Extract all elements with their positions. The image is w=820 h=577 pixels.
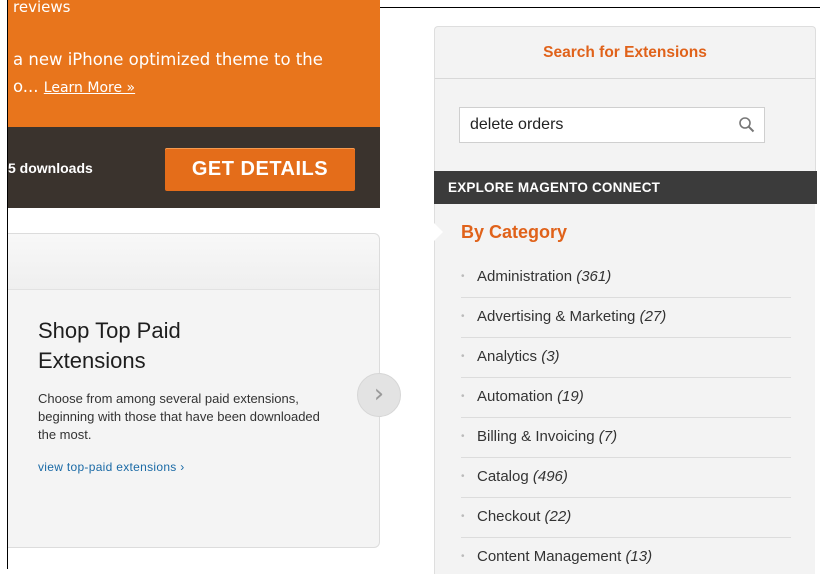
- bullet-icon: •: [461, 431, 465, 442]
- promo-text: a new iPhone optimized theme to the: [13, 50, 323, 69]
- category-count: (361): [576, 268, 612, 285]
- category-name[interactable]: Automation: [477, 388, 553, 405]
- bullet-icon: •: [461, 391, 465, 402]
- sidebar: Search for Extensions delete orders EXPL…: [434, 26, 817, 574]
- category-name[interactable]: Catalog: [477, 468, 529, 485]
- category-item[interactable]: • Checkout (22): [461, 498, 791, 538]
- shop-title: Shop Top Paid Extensions: [38, 318, 181, 373]
- download-count: 5 downloads: [8, 160, 93, 176]
- bullet-icon: •: [461, 551, 465, 562]
- promo-text-continued: o...: [13, 77, 39, 96]
- category-name[interactable]: Billing & Invoicing: [477, 428, 595, 445]
- category-count: (3): [541, 348, 560, 365]
- bullet-icon: •: [461, 311, 465, 322]
- category-item[interactable]: • Catalog (496): [461, 458, 791, 498]
- search-icon[interactable]: [738, 116, 756, 134]
- explore-heading: EXPLORE MAGENTO CONNECT: [434, 171, 817, 204]
- search-extensions-box: Search for Extensions delete orders: [434, 26, 816, 172]
- category-item[interactable]: • Billing & Invoicing (7): [461, 418, 791, 458]
- category-count: (27): [639, 308, 667, 325]
- promo-label: reviews: [13, 0, 71, 16]
- learn-more-link[interactable]: Learn More »: [44, 80, 135, 96]
- category-count: (13): [625, 548, 653, 565]
- category-name[interactable]: Administration: [477, 268, 572, 285]
- bullet-icon: •: [461, 511, 465, 522]
- promo-description: a new iPhone optimized theme to the o...…: [13, 46, 380, 102]
- category-item[interactable]: • Content Management (13): [461, 538, 791, 577]
- category-count: (496): [532, 468, 568, 485]
- category-item[interactable]: • Analytics (3): [461, 338, 791, 378]
- category-count: (7): [598, 428, 618, 445]
- frame-top-border: [380, 7, 820, 8]
- get-details-button[interactable]: GET DETAILS: [165, 148, 355, 191]
- promo-banner: reviews a new iPhone optimized theme to …: [8, 0, 380, 127]
- category-count: (22): [544, 508, 572, 525]
- view-top-paid-link[interactable]: view top-paid extensions ›: [38, 460, 185, 474]
- shop-description: Choose from among several paid extension…: [38, 391, 320, 442]
- category-list: • Administration (361) • Advertising & Mark…: [461, 258, 791, 577]
- bullet-icon: •: [461, 271, 465, 282]
- shop-panel-header: [8, 234, 379, 290]
- category-name[interactable]: Checkout: [477, 508, 540, 525]
- carousel-next-button[interactable]: ›: [357, 373, 401, 417]
- category-count: (19): [557, 388, 584, 405]
- panel-notch-icon: [434, 223, 443, 241]
- category-title: By Category: [461, 222, 568, 242]
- bullet-icon: •: [461, 471, 465, 482]
- promo-action-bar: 5 downloads GET DETAILS: [8, 127, 380, 208]
- category-item[interactable]: • Administration (361): [461, 258, 791, 298]
- bullet-icon: •: [461, 351, 465, 362]
- category-name[interactable]: Advertising & Marketing: [477, 308, 635, 325]
- category-item[interactable]: • Advertising & Marketing (27): [461, 298, 791, 338]
- search-field[interactable]: delete orders: [459, 107, 765, 143]
- shop-top-paid-panel: Shop Top Paid Extensions Choose from amo…: [8, 233, 380, 548]
- search-title: Search for Extensions: [435, 27, 815, 79]
- category-name[interactable]: Analytics: [477, 348, 537, 365]
- category-panel: By Category • Administration (361) • Advert…: [434, 204, 815, 574]
- category-name[interactable]: Content Management: [477, 548, 621, 565]
- category-item[interactable]: • Automation (19): [461, 378, 791, 418]
- search-input[interactable]: delete orders: [470, 108, 740, 142]
